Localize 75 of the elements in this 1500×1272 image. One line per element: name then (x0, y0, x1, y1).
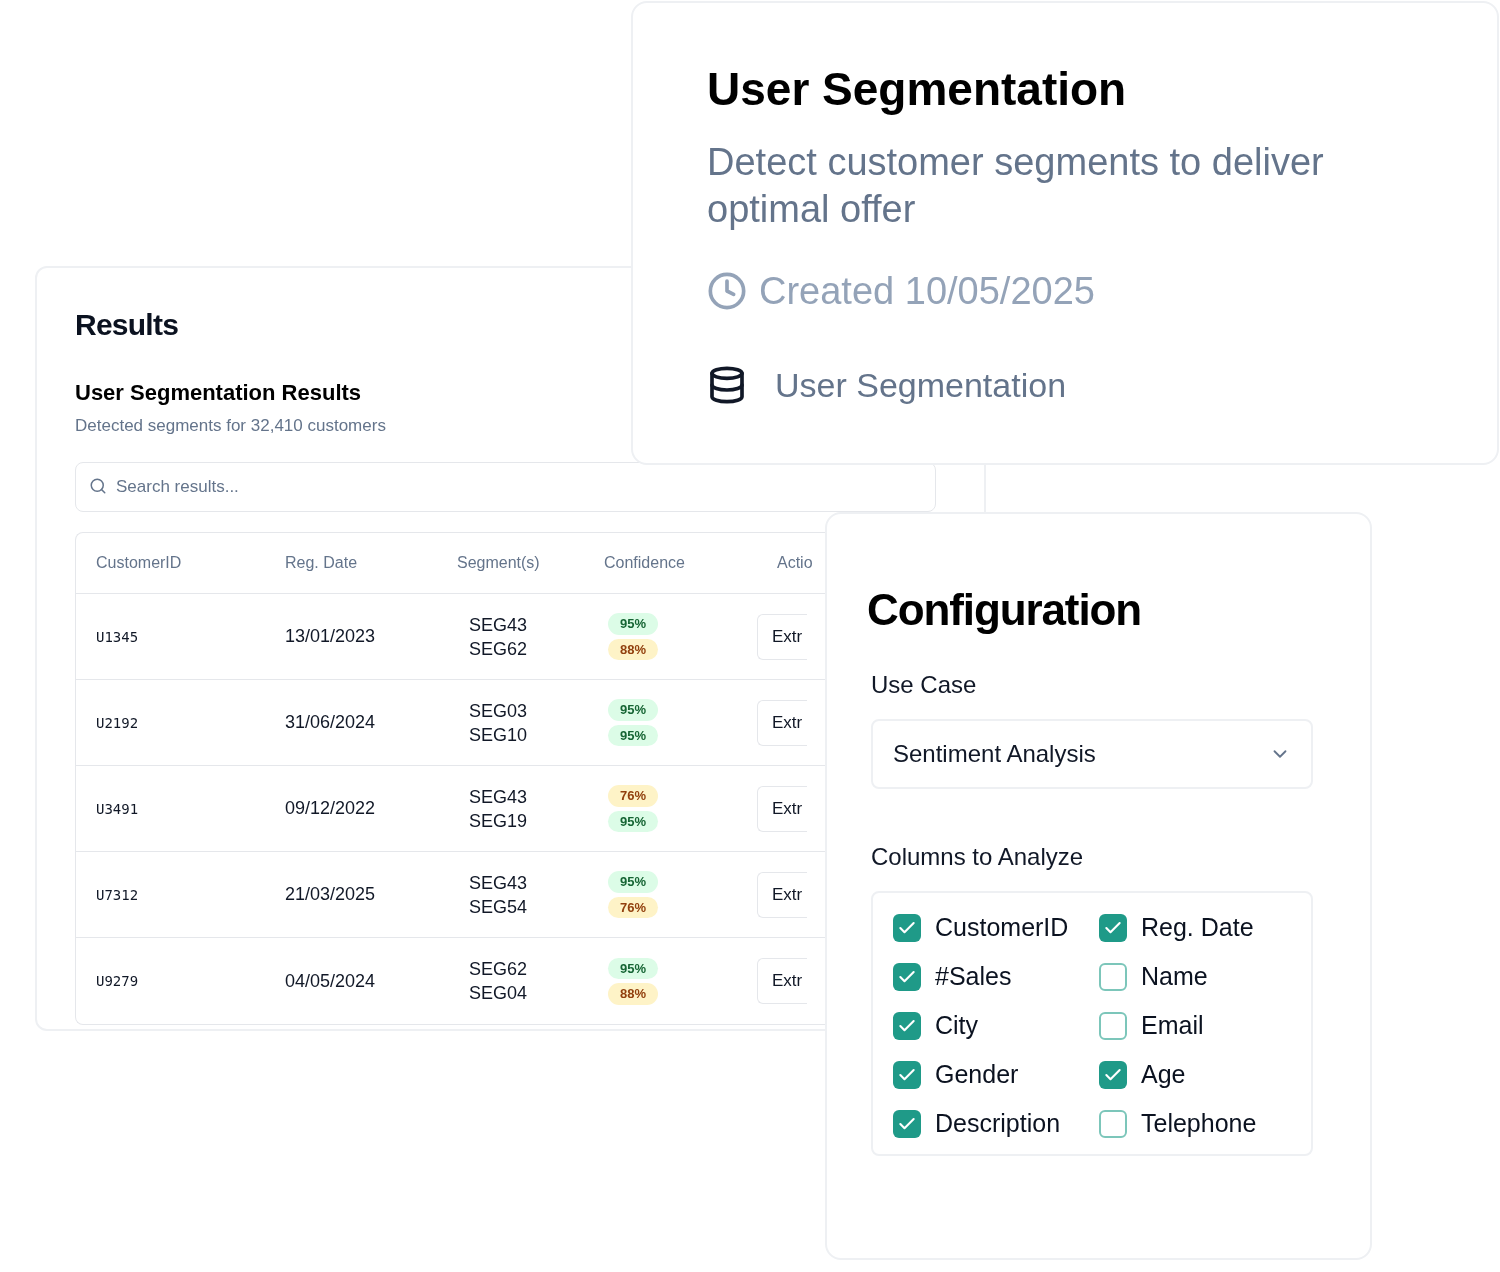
created-date: Created 10/05/2025 (759, 268, 1095, 314)
table-cell: U1345 (96, 628, 139, 645)
table-cell: 09/12/2022 (285, 798, 376, 818)
column-checkbox[interactable]: Description (893, 1109, 1099, 1138)
segment-label: SEG43 (469, 785, 529, 809)
columns-label: Columns to Analyze (871, 842, 1085, 872)
extract-button[interactable]: Extr (757, 785, 807, 832)
extract-button[interactable]: Extr (757, 613, 807, 660)
database-icon (707, 365, 747, 405)
column-header: Confidence (604, 554, 685, 571)
confidence-badge: 76% (608, 896, 659, 918)
confidence-badge: 95% (608, 871, 659, 893)
column-header: Segment(s) (457, 554, 540, 571)
segment-label: SEG10 (469, 723, 529, 747)
checkbox[interactable] (893, 1060, 921, 1089)
table-cell: U7312 (96, 886, 139, 903)
column-checkbox[interactable]: #Sales (893, 962, 1099, 991)
segment-label: SEG62 (469, 637, 529, 661)
use-case-select[interactable]: Sentiment Analysis (871, 719, 1313, 789)
column-checkbox[interactable]: City (893, 1011, 1099, 1040)
checkbox[interactable] (893, 1109, 921, 1138)
checkbox[interactable] (1099, 913, 1127, 942)
checkbox[interactable] (1099, 1109, 1127, 1138)
segment-label: SEG43 (469, 871, 529, 895)
clock-icon (707, 271, 747, 311)
overview-description: Detect customer segments to deliver optimal offer (707, 139, 1325, 232)
overview-title: User Segmentation (707, 62, 1128, 117)
results-title: Results (75, 307, 179, 343)
table-cell: U2192 (96, 714, 139, 731)
segment-label: SEG54 (469, 895, 529, 919)
results-subtitle: User Segmentation Results (75, 379, 362, 407)
checkbox[interactable] (893, 962, 921, 991)
search-field[interactable]: Search results... (75, 462, 936, 512)
table-cell: 31/06/2024 (285, 712, 376, 732)
checkbox[interactable] (893, 1011, 921, 1040)
column-checkbox[interactable]: Age (1099, 1060, 1291, 1089)
checkbox[interactable] (1099, 962, 1127, 991)
confidence-badge: 95% (608, 957, 659, 979)
confidence-badge: 95% (608, 699, 659, 721)
dataset-name: User Segmentation (775, 364, 1067, 406)
search-icon (89, 477, 107, 495)
table-cell: U3491 (96, 800, 139, 817)
extract-button[interactable]: Extr (757, 958, 807, 1004)
extract-button[interactable]: Extr (757, 871, 807, 918)
column-checkbox[interactable]: Email (1099, 1011, 1291, 1040)
checkbox[interactable] (1099, 1060, 1127, 1089)
segment-label: SEG43 (469, 613, 529, 637)
use-case-label: Use Case (871, 670, 978, 700)
table-cell: 13/01/2023 (285, 626, 376, 646)
segment-label: SEG04 (469, 982, 529, 1005)
segment-label: SEG03 (469, 699, 529, 723)
configuration-title: Configuration (867, 584, 1143, 636)
column-checkbox[interactable]: Gender (893, 1060, 1099, 1089)
column-checkbox[interactable]: Name (1099, 962, 1291, 991)
column-checkbox[interactable]: Reg. Date (1099, 913, 1291, 942)
results-description: Detected segments for 32,410 customers (75, 414, 386, 437)
column-header: CustomerID (96, 554, 182, 571)
extract-button[interactable]: Extr (757, 699, 807, 746)
confidence-badge: 95% (608, 724, 659, 746)
confidence-badge: 76% (608, 785, 659, 807)
column-checkbox[interactable]: CustomerID (893, 913, 1099, 942)
table-cell: 04/05/2024 (285, 970, 376, 991)
confidence-badge: 88% (608, 638, 659, 660)
confidence-badge: 95% (608, 613, 659, 635)
column-header: Reg. Date (285, 554, 358, 571)
confidence-badge: 95% (608, 810, 659, 832)
segment-label: SEG62 (469, 958, 529, 981)
segment-label: SEG19 (469, 809, 529, 833)
table-cell: U9279 (96, 973, 139, 989)
checkbox[interactable] (1099, 1011, 1127, 1040)
checkbox[interactable] (893, 913, 921, 942)
column-header: Actio (777, 554, 813, 571)
table-cell: 21/03/2025 (285, 884, 376, 904)
confidence-badge: 88% (608, 983, 659, 1005)
column-checkbox[interactable]: Telephone (1099, 1109, 1291, 1138)
